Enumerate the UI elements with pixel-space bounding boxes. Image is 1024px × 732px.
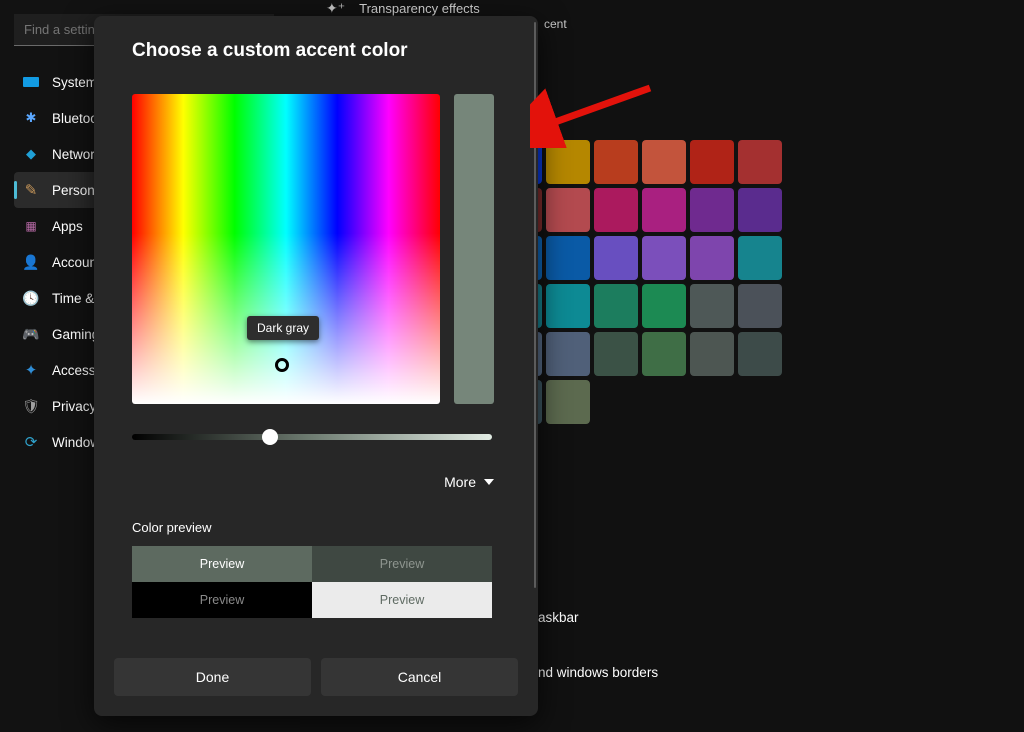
preview-tile: Preview [312,546,492,582]
color-swatch[interactable] [738,284,782,328]
color-swatch-grid [498,140,782,424]
color-swatch[interactable] [594,236,638,280]
apps-icon: ▦ [22,219,40,233]
done-button[interactable]: Done [114,658,311,696]
color-field[interactable]: Dark gray [132,94,440,404]
chevron-down-icon [484,479,494,485]
value-slider-track[interactable] [132,434,492,440]
color-cursor[interactable] [275,358,289,372]
modal-actions: Done Cancel [114,658,518,696]
setting-taskbar: askbar [538,610,579,625]
color-preview-label: Color preview [132,520,211,535]
color-swatch[interactable] [594,188,638,232]
more-toggle[interactable]: More [444,474,494,490]
value-slider-thumb[interactable] [262,429,278,445]
sidebar-item-label: System [52,75,97,90]
selected-color-bar [454,94,494,404]
brush-icon: ✎ [22,181,40,199]
color-swatch[interactable] [738,188,782,232]
color-swatch[interactable] [738,332,782,376]
color-swatch[interactable] [594,332,638,376]
preview-tile: Preview [312,582,492,618]
preview-tile: Preview [132,546,312,582]
sidebar-item-label: Privacy [52,399,96,414]
color-picker-modal: Choose a custom accent color Dark gray M… [94,16,538,716]
color-swatch[interactable] [594,140,638,184]
color-swatch[interactable] [642,284,686,328]
color-swatch[interactable] [690,140,734,184]
color-swatch[interactable] [642,140,686,184]
color-swatch[interactable] [546,380,590,424]
sidebar-item-label: Gaming [52,327,99,342]
preview-tile: Preview [132,582,312,618]
update-icon: ⟳ [22,433,40,451]
color-swatch[interactable] [738,236,782,280]
transparency-label: Transparency effects [359,1,480,16]
transparency-row[interactable]: ✦⁺ Transparency effects [326,0,480,17]
color-swatch[interactable] [690,188,734,232]
color-swatch[interactable] [642,332,686,376]
color-swatch[interactable] [642,236,686,280]
color-swatch[interactable] [546,188,590,232]
bluetooth-icon: ✱ [22,110,40,126]
color-swatch[interactable] [546,140,590,184]
color-swatch[interactable] [690,284,734,328]
color-swatch[interactable] [546,236,590,280]
color-preview-grid: Preview Preview Preview Preview [132,546,492,618]
color-swatch[interactable] [690,332,734,376]
shield-icon: 🛡 [22,398,40,415]
sidebar-item-label: Apps [52,219,83,234]
clock-icon: 🕓 [22,290,40,307]
color-swatch[interactable] [594,284,638,328]
color-swatch[interactable] [546,284,590,328]
color-swatch[interactable] [642,188,686,232]
cancel-button[interactable]: Cancel [321,658,518,696]
modal-title: Choose a custom accent color [132,40,408,62]
setting-borders: nd windows borders [538,665,658,680]
more-label: More [444,474,476,490]
wifi-icon: ◆ [22,146,40,162]
sparkle-icon: ✦⁺ [326,0,345,17]
scrollbar[interactable] [534,22,536,588]
accent-badge-text: cent [544,17,567,31]
color-swatch[interactable] [546,332,590,376]
person-icon: 👤 [22,254,40,271]
color-swatch[interactable] [690,236,734,280]
color-swatch[interactable] [738,140,782,184]
color-tooltip: Dark gray [247,316,319,340]
accessibility-icon: ✦ [22,361,40,379]
gaming-icon: 🎮 [22,326,40,343]
display-icon [22,77,40,87]
